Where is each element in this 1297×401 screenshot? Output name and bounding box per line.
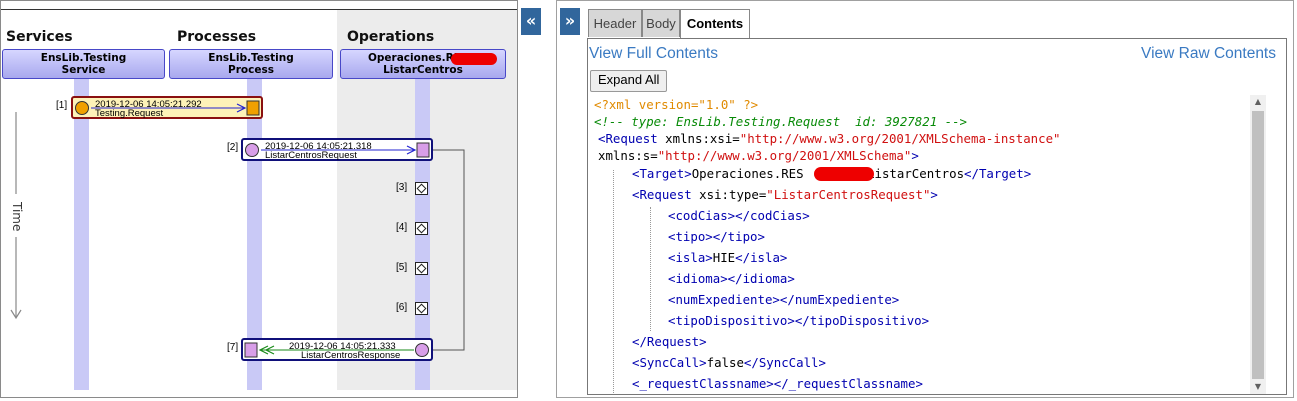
event-index: [5] xyxy=(396,262,408,273)
xml-line-numexpediente: <numExpediente></numExpediente> xyxy=(668,292,900,307)
message-listarcentros-response[interactable]: 2019-12-06 14:05:21.333 ListarCentrosRes… xyxy=(241,338,433,361)
message-name: ListarCentrosRequest xyxy=(265,150,357,161)
xml-line-requestclassname: <_requestClassname></_requestClassname> xyxy=(632,376,923,391)
trace-diagram: Services EnsLib.Testing Service Time Pro… xyxy=(0,0,518,398)
tab-contents[interactable]: Contents xyxy=(680,9,750,39)
contents-scrollbar[interactable]: ▲ ▼ xyxy=(1250,95,1266,394)
event-index: [6] xyxy=(396,302,408,313)
xml-line-idioma: <idioma></idioma> xyxy=(668,271,795,286)
message-name: ListarCentrosResponse xyxy=(301,350,401,361)
scroll-down-icon[interactable]: ▼ xyxy=(1250,380,1266,394)
event-marker[interactable] xyxy=(415,182,428,195)
xml-line-isla: <isla>HIE</isla> xyxy=(668,250,788,265)
xml-line-inner-request: <Request xsi:type="ListarCentrosRequest"… xyxy=(632,187,938,202)
message-index: [2] xyxy=(227,142,239,153)
xml-line-codcias: <codCias></codCias> xyxy=(668,208,810,223)
message-index: [1] xyxy=(56,100,68,111)
xml-line-request-ns: xmlns:s="http://www.w3.org/2001/XMLSchem… xyxy=(598,148,919,163)
contents-pane: View Full Contents View Raw Contents Exp… xyxy=(587,38,1287,395)
view-full-contents-link[interactable]: View Full Contents xyxy=(589,45,718,63)
tab-header[interactable]: Header xyxy=(588,9,642,37)
message-name: Testing.Request xyxy=(95,108,164,119)
message-details-panel: Header Body Contents View Full Contents … xyxy=(556,0,1294,398)
scroll-up-icon[interactable]: ▲ xyxy=(1250,95,1266,109)
message-listarcentros-request[interactable]: 2019-12-06 14:05:21.318 ListarCentrosReq… xyxy=(241,138,433,161)
message-testing-request[interactable]: 2019-12-06 14:05:21.292 Testing.Request xyxy=(71,96,263,119)
xml-line-tipo: <tipo></tipo> xyxy=(668,229,765,244)
event-index: [3] xyxy=(396,182,408,193)
xml-line-tipodispositivo: <tipoDispositivo></tipoDispositivo> xyxy=(668,313,930,328)
redaction-mark xyxy=(814,167,874,181)
expand-right-icon[interactable]: » xyxy=(560,8,580,35)
scroll-thumb[interactable] xyxy=(1252,111,1264,379)
event-marker[interactable] xyxy=(415,262,428,275)
tab-body[interactable]: Body xyxy=(642,9,680,37)
expand-all-button[interactable]: Expand All xyxy=(590,70,668,92)
xml-viewer: <?xml version="1.0" ?> <!-- type: EnsLib… xyxy=(588,95,1248,394)
event-marker[interactable] xyxy=(415,302,428,315)
message-viewer: Services EnsLib.Testing Service Time Pro… xyxy=(0,0,1297,401)
event-index: [4] xyxy=(396,222,408,233)
xml-line-synccall: <SyncCall>false</SyncCall> xyxy=(632,355,826,370)
event-marker[interactable] xyxy=(415,222,428,235)
collapse-left-icon[interactable]: « xyxy=(521,8,541,35)
xml-line-inner-request-close: </Request> xyxy=(632,334,707,349)
view-raw-contents-link[interactable]: View Raw Contents xyxy=(1141,45,1276,63)
message-index: [7] xyxy=(227,342,239,353)
